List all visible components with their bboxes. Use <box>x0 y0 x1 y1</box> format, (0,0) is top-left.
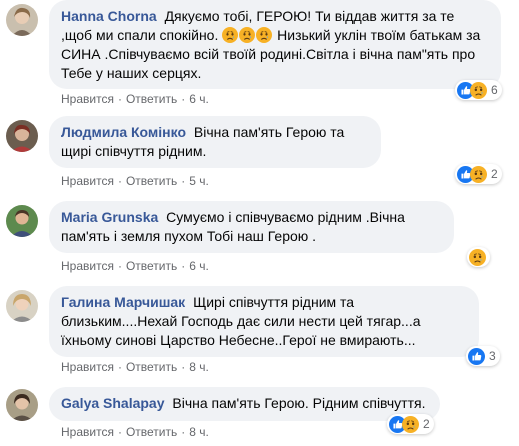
reactions-summary[interactable]: 2 <box>455 164 502 184</box>
reaction-count: 2 <box>423 417 430 431</box>
separator-dot: · <box>117 259 122 273</box>
like-button[interactable]: Нравится <box>61 425 114 439</box>
comment-item: Galya Shalapay Вічна пам'ять Герою. Рідн… <box>0 387 519 446</box>
sad-reaction-icon <box>402 416 419 433</box>
avatar[interactable] <box>6 205 38 237</box>
sad-face-emoji-icon <box>239 27 255 43</box>
separator-dot: · <box>181 259 186 273</box>
reply-button[interactable]: Ответить <box>126 425 177 439</box>
comment-item: Людмила Комінко Вічна пам'ять Герою та щ… <box>0 116 519 192</box>
comment-text: Вічна пам'ять Герою. Рідним співчуття. <box>172 395 426 411</box>
comment-bubble: Людмила Комінко Вічна пам'ять Герою та щ… <box>49 116 381 168</box>
avatar-photo <box>6 205 38 237</box>
reply-button[interactable]: Ответить <box>126 174 177 188</box>
comment-timestamp[interactable]: 8 ч. <box>189 425 209 439</box>
separator-dot: · <box>117 174 122 188</box>
like-button[interactable]: Нравится <box>61 92 114 106</box>
avatar-photo <box>6 120 38 152</box>
comment-bubble: Hanna Chorna Дякуємо тобі, ГЕРОЮ! Ти від… <box>49 0 501 89</box>
reaction-count: 2 <box>491 167 498 181</box>
comment-actions: Нравится · Ответить · 5 ч. <box>61 173 209 189</box>
sad-face-emoji-icon <box>222 27 238 43</box>
reaction-count: 6 <box>491 83 498 97</box>
comment-actions: Нравится · Ответить · 8 ч. <box>61 359 209 375</box>
sad-face-emoji-icon <box>256 27 272 43</box>
reactions-summary[interactable]: 6 <box>455 80 502 100</box>
comment-author[interactable]: Людмила Комінко <box>61 124 186 140</box>
comment-author[interactable]: Galya Shalapay <box>61 395 165 411</box>
separator-dot: · <box>181 92 186 106</box>
comment-bubble: Maria Grunska Сумуємо і співчуваємо рідн… <box>49 201 454 253</box>
comment-timestamp[interactable]: 5 ч. <box>189 174 209 188</box>
comment-actions: Нравится · Ответить · 6 ч. <box>61 91 209 107</box>
sad-reaction-icon <box>470 166 487 183</box>
reply-button[interactable]: Ответить <box>126 92 177 106</box>
comments-list: Hanna Chorna Дякуємо тобі, ГЕРОЮ! Ти від… <box>0 0 519 446</box>
separator-dot: · <box>117 425 122 439</box>
reaction-count: 3 <box>489 349 496 363</box>
comment-item: Hanna Chorna Дякуємо тобі, ГЕРОЮ! Ти від… <box>0 0 519 112</box>
avatar[interactable] <box>6 120 38 152</box>
comment-author[interactable]: Hanna Chorna <box>61 8 157 24</box>
like-button[interactable]: Нравится <box>61 174 114 188</box>
avatar[interactable] <box>6 4 38 36</box>
separator-dot: · <box>181 425 186 439</box>
comment-item: Maria Grunska Сумуємо і співчуваємо рідн… <box>0 201 519 277</box>
separator-dot: · <box>117 92 122 106</box>
comment-bubble: Galya Shalapay Вічна пам'ять Герою. Рідн… <box>49 387 440 421</box>
avatar-photo <box>6 290 38 322</box>
separator-dot: · <box>181 174 186 188</box>
comment-author[interactable]: Галина Марчишак <box>61 294 185 310</box>
comment-timestamp[interactable]: 6 ч. <box>189 92 209 106</box>
like-reaction-icon <box>468 348 485 365</box>
comment-timestamp[interactable]: 6 ч. <box>189 259 209 273</box>
comment-actions: Нравится · Ответить · 8 ч. <box>61 424 209 440</box>
reply-button[interactable]: Ответить <box>126 360 177 374</box>
avatar-photo <box>6 389 38 421</box>
sad-reaction-icon <box>470 82 487 99</box>
like-button[interactable]: Нравится <box>61 360 114 374</box>
comment-item: Галина Марчишак Щирі співчуття рідним та… <box>0 286 519 374</box>
comment-actions: Нравится · Ответить · 6 ч. <box>61 258 209 274</box>
comment-bubble: Галина Марчишак Щирі співчуття рідним та… <box>49 286 479 357</box>
separator-dot: · <box>181 360 186 374</box>
comment-author[interactable]: Maria Grunska <box>61 209 158 225</box>
reactions-summary[interactable] <box>467 247 490 267</box>
like-button[interactable]: Нравится <box>61 259 114 273</box>
avatar[interactable] <box>6 290 38 322</box>
reply-button[interactable]: Ответить <box>126 259 177 273</box>
separator-dot: · <box>117 360 122 374</box>
avatar[interactable] <box>6 389 38 421</box>
reactions-summary[interactable]: 2 <box>387 414 434 434</box>
avatar-photo <box>6 4 38 36</box>
sad-reaction-icon <box>469 249 486 266</box>
comment-timestamp[interactable]: 8 ч. <box>189 360 209 374</box>
reactions-summary[interactable]: 3 <box>466 346 500 366</box>
